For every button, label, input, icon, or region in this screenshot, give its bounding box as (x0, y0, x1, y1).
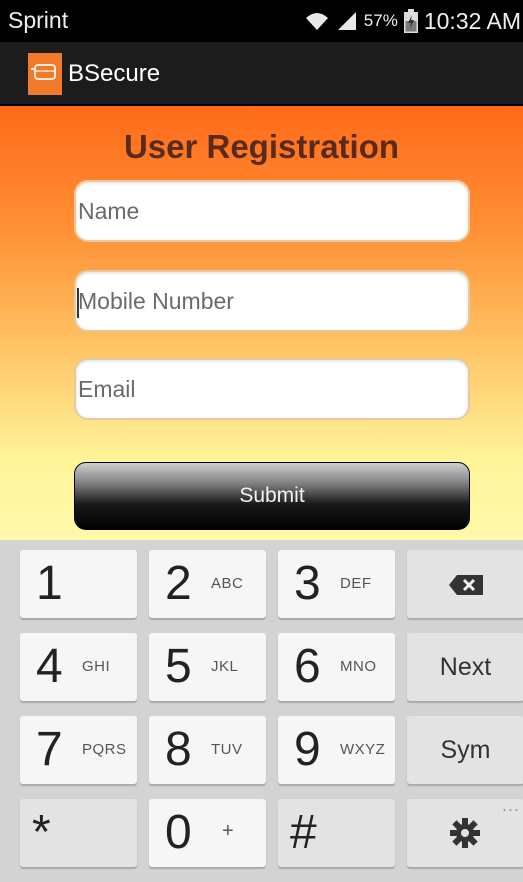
form-title: User Registration (123, 128, 400, 165)
key-label: 0 (165, 806, 192, 859)
key-label: 7 (36, 723, 63, 776)
name-field[interactable] (74, 180, 470, 242)
email-field[interactable] (74, 358, 470, 420)
settings-key[interactable]: ... (407, 795, 523, 867)
key-label: 4 (36, 640, 63, 693)
key-label: # (290, 806, 317, 859)
wifi-icon (305, 13, 328, 30)
key-letters: TUV (211, 741, 243, 758)
registration-form: User Registration Submit (0, 106, 523, 540)
app-bar: BSecure (0, 42, 523, 106)
app-title: BSecure (68, 60, 161, 87)
status-indicators: 57% 10:32 AM (304, 0, 523, 42)
key-label: 2 (165, 557, 192, 610)
more-dots: ... (501, 795, 520, 815)
numeric-keyboard: 1 2 ABC 3 DEF 4 GHI 5 JKL 6 MNO Next 7 P… (0, 540, 523, 882)
sym-key-label: Sym (440, 736, 491, 764)
mobile-number-input[interactable] (76, 272, 468, 330)
key-letters: MNO (340, 658, 377, 675)
key-3[interactable]: 3 DEF (278, 550, 395, 618)
key-1[interactable]: 1 (20, 550, 137, 618)
status-bar: Sprint 57% 10:32 AM (0, 0, 523, 42)
text-cursor (77, 288, 79, 318)
key-8[interactable]: 8 TUV (149, 716, 266, 784)
key-letters: ABC (211, 575, 244, 592)
key-9[interactable]: 9 WXYZ (278, 716, 395, 784)
key-7[interactable]: 7 PQRS (20, 716, 137, 784)
key-letters: WXYZ (340, 741, 386, 758)
key-letters: DEF (340, 575, 372, 592)
key-label: 8 (165, 723, 192, 776)
submit-button[interactable]: Submit (74, 462, 470, 530)
battery-percent: 57% (363, 11, 398, 30)
next-key[interactable]: Next (407, 633, 523, 701)
key-label: * (32, 806, 51, 859)
key-letters: JKL (211, 658, 239, 675)
key-0[interactable]: 0 + (149, 799, 266, 867)
key-6[interactable]: 6 MNO (278, 633, 395, 701)
battery-charging-icon (403, 9, 418, 33)
key-asterisk[interactable]: * (20, 799, 137, 867)
next-key-label: Next (439, 653, 492, 681)
key-label: 6 (294, 640, 321, 693)
key-label: 1 (36, 557, 63, 610)
email-input[interactable] (76, 360, 468, 418)
backspace-key[interactable] (407, 550, 523, 618)
key-plus: + (222, 820, 235, 842)
name-input[interactable] (76, 182, 468, 240)
signal-icon (337, 12, 356, 30)
key-4[interactable]: 4 GHI (20, 633, 137, 701)
mobile-number-field[interactable] (74, 270, 470, 332)
backspace-icon (449, 575, 483, 595)
key-label: 5 (165, 640, 192, 693)
key-letters: GHI (82, 658, 111, 675)
carrier-label: Sprint (8, 7, 69, 33)
clock: 10:32 AM (423, 7, 521, 34)
settings-gear-icon (450, 818, 480, 848)
key-letters: PQRS (82, 741, 127, 758)
app-icon (28, 53, 62, 95)
sym-key[interactable]: Sym (407, 716, 523, 784)
key-2[interactable]: 2 ABC (149, 550, 266, 618)
key-5[interactable]: 5 JKL (149, 633, 266, 701)
key-hash[interactable]: # (278, 799, 395, 867)
key-label: 9 (294, 723, 321, 776)
key-label: 3 (294, 557, 321, 610)
